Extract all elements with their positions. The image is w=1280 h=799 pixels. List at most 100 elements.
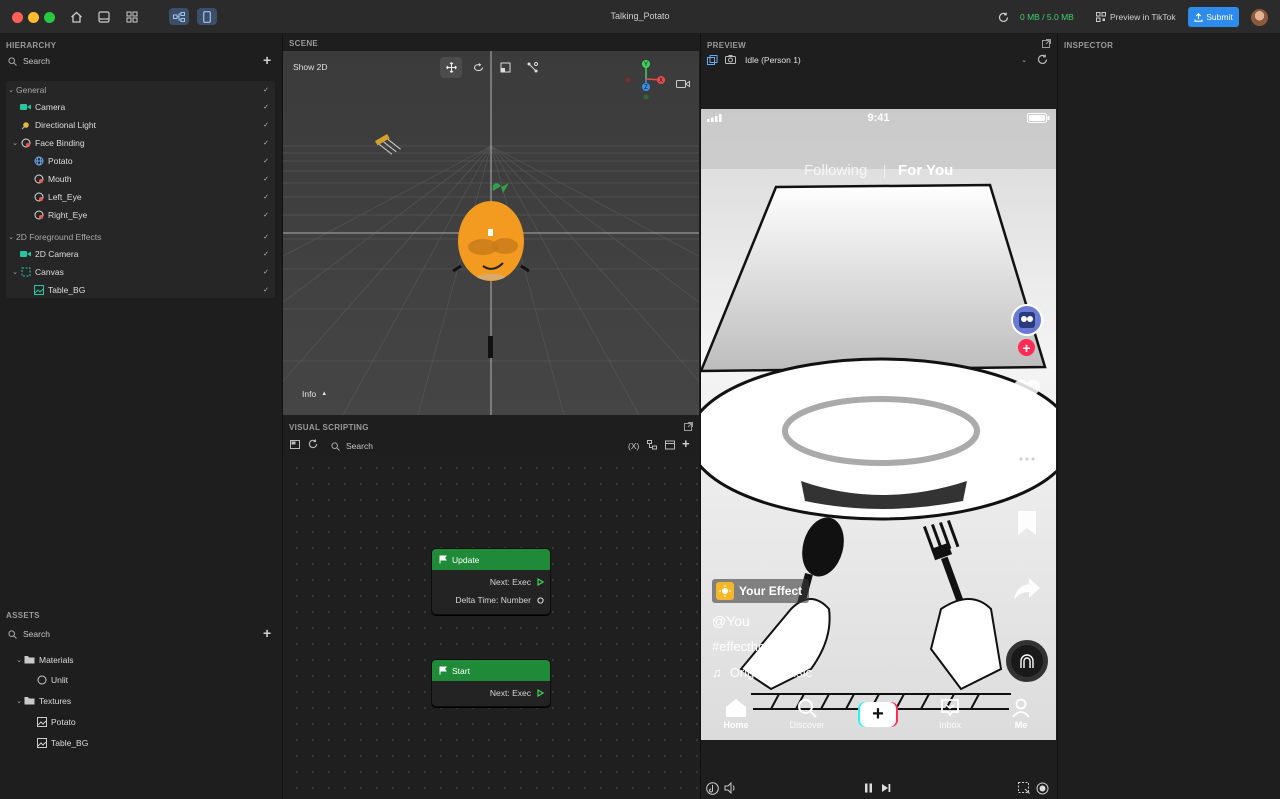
scene-viewport[interactable]: Show 2D Y X Z Info ▲ [283,51,699,415]
nav-home[interactable]: Home [721,698,751,730]
chevron-down-icon[interactable]: ⌄ [10,268,20,276]
caption-hashtag[interactable]: #effecthouse [712,639,786,654]
visibility-check-icon[interactable]: ✓ [263,233,269,241]
comment-icon[interactable] [1012,447,1042,475]
phone-preview-toggle-icon[interactable] [197,8,217,25]
music-disc-icon[interactable] [1006,640,1048,682]
asset-texture-table-bg[interactable]: Table_BG [0,734,269,751]
tab-following[interactable]: Following [804,162,867,179]
visibility-check-icon[interactable]: ✓ [263,175,269,183]
exec-pin-icon[interactable] [537,578,544,586]
node-pin-next-exec[interactable]: Next: Exec [432,573,550,591]
exec-pin-icon[interactable] [537,689,544,697]
hierarchy-search[interactable]: Search [8,56,50,66]
asset-unlit[interactable]: Unlit [0,671,269,688]
pause-icon[interactable] [864,783,873,795]
info-toggle[interactable]: Info ▲ [302,389,327,399]
avatar[interactable] [1251,9,1268,26]
visibility-check-icon[interactable]: ✓ [263,286,269,294]
visibility-check-icon[interactable]: ✓ [263,139,269,147]
rotate-tool-icon[interactable] [467,57,489,78]
assets-search[interactable]: Search [8,629,50,639]
chevron-down-icon[interactable]: ⌄ [14,656,24,664]
hierarchy-item-left-eye[interactable]: Left_Eye ✓ [6,188,275,205]
popout-icon[interactable] [1042,39,1051,50]
camera-view-icon[interactable] [676,79,690,91]
camera-icon[interactable] [725,55,736,66]
visual-scripting-search-input[interactable]: Search [346,441,373,451]
refresh-icon[interactable] [994,9,1012,25]
share-icon[interactable] [1012,576,1042,604]
hierarchy-tree-icon[interactable] [647,440,657,452]
visibility-check-icon[interactable]: ✓ [263,121,269,129]
create-button[interactable]: + [858,702,898,727]
tab-for-you[interactable]: For You [898,162,953,179]
reload-preview-icon[interactable] [1037,54,1048,67]
add-node-button[interactable]: + [682,436,690,451]
hierarchy-item-table-bg[interactable]: Table_BG ✓ [6,281,275,298]
assets-search-input[interactable]: Search [23,629,50,639]
preview-mode-icon[interactable] [707,55,718,67]
hierarchy-group-header[interactable]: ⌄ General ✓ [6,81,275,98]
visibility-check-icon[interactable]: ✓ [263,211,269,219]
close-window-button[interactable] [12,12,23,23]
creator-avatar[interactable] [1011,304,1043,336]
preview-state-select[interactable]: Idle (Person 1) ⌄ [745,52,1027,67]
hierarchy-item-face-binding[interactable]: ⌄ Face Binding ✓ [6,134,275,151]
chevron-down-icon[interactable]: ⌄ [10,139,20,147]
hierarchy-search-input[interactable]: Search [23,56,50,66]
add-asset-button[interactable]: + [263,625,271,641]
submit-button[interactable]: Submit [1188,7,1239,27]
visibility-check-icon[interactable]: ✓ [263,157,269,165]
visual-scripting-search[interactable]: Search [331,441,373,451]
preview-in-tiktok-button[interactable]: Preview in TikTok [1096,12,1176,22]
panel-layout-icon[interactable] [95,9,113,25]
visibility-check-icon[interactable]: ✓ [263,250,269,258]
node-pin-next-exec[interactable]: Next: Exec [432,684,550,702]
node-pin-delta-time[interactable]: Delta Time: Number [432,591,550,609]
data-pin-icon[interactable] [537,596,544,604]
follow-plus-icon[interactable]: + [1018,339,1035,356]
maximize-window-button[interactable] [44,12,55,23]
orientation-gizmo[interactable]: Y X Z [621,59,671,109]
minimap-icon[interactable] [290,440,300,451]
hierarchy-item-camera[interactable]: Camera ✓ [6,98,275,115]
nav-discover[interactable]: Discover [789,698,825,730]
hierarchy-item-canvas[interactable]: ⌄ Canvas ✓ [6,263,275,280]
panel-icon[interactable] [665,440,675,452]
heart-icon[interactable] [1012,379,1042,407]
visibility-check-icon[interactable]: ✓ [263,193,269,201]
variables-button[interactable]: (X) [628,441,639,451]
update-node[interactable]: Update Next: Exec Delta Time: Number [431,548,551,615]
step-forward-icon[interactable] [881,783,891,795]
bookmark-icon[interactable] [1015,510,1039,538]
phone-preview-screen[interactable]: 9:41 Following For You + Your Effect @Yo… [701,109,1056,740]
nav-inbox[interactable]: Inbox [935,698,965,730]
record-icon[interactable] [1036,782,1049,797]
start-node[interactable]: Start Next: Exec [431,659,551,707]
add-object-button[interactable]: + [263,52,271,68]
transform-tool-icon[interactable] [521,57,543,78]
asset-folder-textures[interactable]: ⌄ Textures [0,692,269,709]
chevron-down-icon[interactable]: ⌄ [6,233,16,241]
chevron-down-icon[interactable]: ⌄ [14,697,24,705]
nav-me[interactable]: Me [1009,698,1033,730]
move-tool-icon[interactable] [440,57,462,78]
volume-icon[interactable] [724,781,737,796]
popout-icon[interactable] [684,422,693,433]
scale-tool-icon[interactable] [494,57,516,78]
refresh-icon[interactable] [308,439,318,451]
hierarchy-item-right-eye[interactable]: Right_Eye ✓ [6,206,275,223]
tiktok-logo-icon[interactable] [706,782,719,797]
screenshot-icon[interactable] [1018,782,1030,796]
caption-username[interactable]: @You [712,613,750,629]
node-header[interactable]: Update [432,549,550,570]
node-editor-toggle-icon[interactable] [169,8,189,25]
chevron-down-icon[interactable]: ⌄ [6,86,16,94]
minimize-window-button[interactable] [28,12,39,23]
visibility-check-icon[interactable]: ✓ [263,103,269,111]
hierarchy-item-mouth[interactable]: Mouth ✓ [6,170,275,187]
visibility-check-icon[interactable]: ✓ [263,86,269,94]
hierarchy-group-header[interactable]: ⌄ 2D Foreground Effects ✓ [6,228,275,245]
caption-music[interactable]: ♫ Original Music [712,665,812,680]
